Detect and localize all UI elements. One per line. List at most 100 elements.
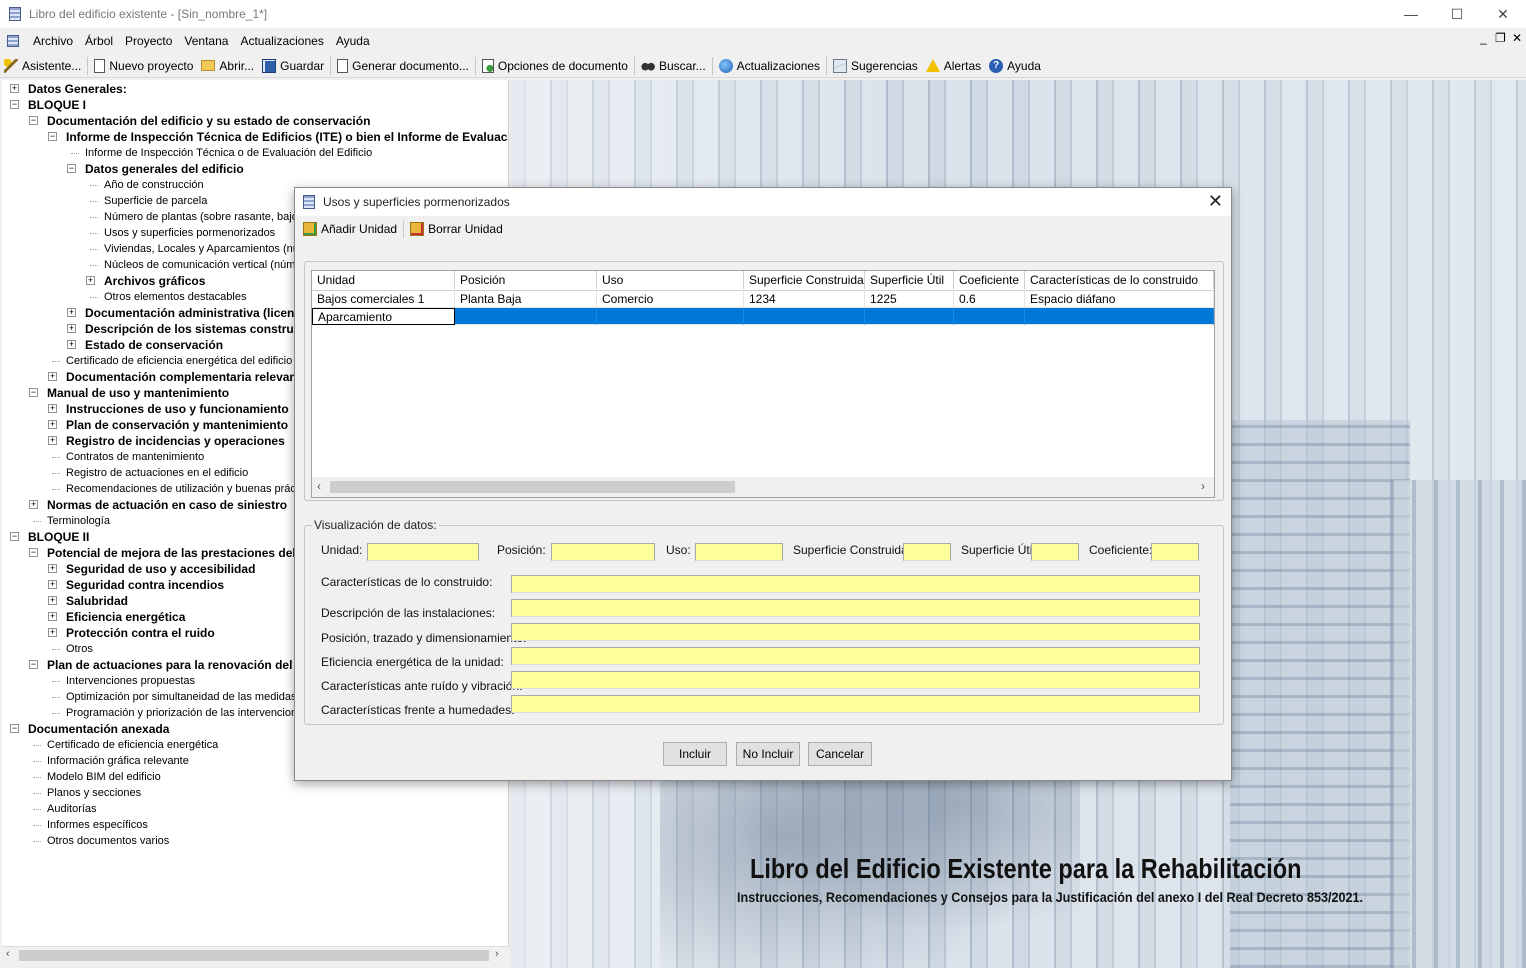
mdi-minimize-button[interactable]: _	[1480, 31, 1487, 45]
actualizaciones-button[interactable]: Actualizaciones	[715, 58, 824, 73]
humedades-field[interactable]	[511, 695, 1200, 713]
cell-superficie-util[interactable]: 1225	[865, 291, 954, 308]
menu-archivo[interactable]: Archivo	[27, 34, 79, 48]
expand-icon[interactable]: +	[48, 580, 57, 589]
ruido-field[interactable]	[511, 671, 1200, 689]
column-header-unidad[interactable]: Unidad	[312, 271, 455, 289]
tree-item[interactable]: Plan de conservación y mantenimiento	[66, 417, 288, 433]
cell-superficie-util[interactable]	[865, 308, 954, 325]
table-row-selected[interactable]: Aparcamiento	[312, 308, 1214, 325]
tree-item[interactable]: Otros elementos destacables	[104, 289, 246, 305]
opciones-documento-button[interactable]: Opciones de documento	[478, 58, 632, 73]
mdi-close-button[interactable]: ✕	[1512, 31, 1522, 45]
menu-proyecto[interactable]: Proyecto	[119, 34, 178, 48]
column-header-superficie-util[interactable]: Superficie Útil	[865, 271, 954, 289]
tree-item[interactable]: Otros	[66, 641, 93, 657]
maximize-button[interactable]: ☐	[1434, 0, 1480, 28]
alertas-button[interactable]: Alertas	[922, 59, 985, 73]
cell-coeficiente[interactable]: 0.6	[954, 291, 1025, 308]
tree-item[interactable]: Documentación complementaria relevante	[66, 369, 307, 385]
collapse-icon[interactable]: −	[29, 116, 38, 125]
tree-item[interactable]: Registro de incidencias y operaciones	[66, 433, 285, 449]
cell-superficie-construida[interactable]: 1234	[744, 291, 865, 308]
delete-unit-button[interactable]: Borrar Unidad	[406, 222, 507, 236]
table-row[interactable]: Bajos comerciales 1 Planta Baja Comercio…	[312, 291, 1214, 308]
generar-documento-button[interactable]: Generar documento...	[333, 58, 473, 73]
collapse-icon[interactable]: −	[10, 100, 19, 109]
cell-uso[interactable]: Comercio	[597, 291, 744, 308]
buscar-button[interactable]: Buscar...	[637, 58, 710, 73]
tree-item[interactable]: Contratos de mantenimiento	[66, 449, 204, 465]
trazado-field[interactable]	[511, 623, 1200, 641]
tree-item[interactable]: Intervenciones propuestas	[66, 673, 195, 689]
tree-item[interactable]: Seguridad de uso y accesibilidad	[66, 561, 255, 577]
tree-item[interactable]: Estado de conservación	[85, 337, 223, 353]
expand-icon[interactable]: +	[86, 276, 95, 285]
cell-unidad-editing[interactable]: Aparcamiento	[312, 308, 455, 325]
uso-field[interactable]	[695, 543, 783, 561]
menu-ventana[interactable]: Ventana	[178, 34, 234, 48]
add-unit-button[interactable]: Añadir Unidad	[299, 222, 401, 236]
collapse-icon[interactable]: −	[10, 532, 19, 541]
collapse-icon[interactable]: −	[48, 132, 57, 141]
nuevo-proyecto-button[interactable]: Nuevo proyecto	[90, 58, 197, 73]
expand-icon[interactable]: +	[67, 324, 76, 333]
menu-arbol[interactable]: Árbol	[79, 34, 119, 48]
tree-item[interactable]: Informes específicos	[47, 817, 148, 833]
unidad-field[interactable]	[367, 543, 479, 561]
scroll-right-arrow-icon[interactable]: ›	[1201, 479, 1205, 493]
tree-item[interactable]: Modelo BIM del edificio	[47, 769, 161, 785]
tree-item[interactable]: Eficiencia energética	[66, 609, 185, 625]
sugerencias-button[interactable]: Sugerencias	[829, 58, 922, 73]
tree-item[interactable]: Documentación anexada	[28, 721, 169, 737]
cell-uso[interactable]	[597, 308, 744, 325]
scroll-left-arrow-icon[interactable]: ‹	[317, 479, 321, 493]
tree-item[interactable]: Auditorías	[47, 801, 97, 817]
column-header-uso[interactable]: Uso	[597, 271, 744, 289]
expand-icon[interactable]: +	[67, 308, 76, 317]
caracteristicas-field[interactable]	[511, 575, 1200, 593]
tree-item[interactable]: Datos generales del edificio	[85, 161, 244, 177]
cell-unidad[interactable]: Bajos comerciales 1	[312, 291, 455, 308]
incluir-button[interactable]: Incluir	[663, 742, 727, 766]
expand-icon[interactable]: +	[67, 340, 76, 349]
tree-item[interactable]: Descripción de los sistemas constructivo…	[85, 321, 328, 337]
tree-item[interactable]: Año de construcción	[104, 177, 204, 193]
guardar-button[interactable]: Guardar	[258, 58, 328, 73]
grid-scroll-thumb[interactable]	[330, 481, 735, 493]
minimize-button[interactable]: —	[1388, 0, 1434, 28]
mdi-restore-button[interactable]: ❐	[1495, 31, 1506, 45]
tree-item[interactable]: Informe de Inspección Técnica de Edifici…	[66, 129, 508, 145]
tree-item[interactable]: Informe de Inspección Técnica o de Evalu…	[85, 145, 372, 161]
tree-item[interactable]: Instrucciones de uso y funcionamiento	[66, 401, 289, 417]
column-header-posicion[interactable]: Posición	[455, 271, 597, 289]
expand-icon[interactable]: +	[48, 420, 57, 429]
tree-item[interactable]: Recomendaciones de utilización y buenas …	[66, 481, 319, 497]
tree-item[interactable]: Normas de actuación en caso de siniestro	[47, 497, 287, 513]
tree-item[interactable]: Superficie de parcela	[104, 193, 207, 209]
close-button[interactable]: ✕	[1480, 0, 1526, 28]
tree-scroll-thumb[interactable]	[19, 950, 489, 961]
tree-item[interactable]: Otros documentos varios	[47, 833, 169, 849]
mdi-child-icon[interactable]	[7, 35, 19, 47]
tree-item[interactable]: Registro de actuaciones en el edificio	[66, 465, 248, 481]
collapse-icon[interactable]: −	[29, 660, 38, 669]
eficiencia-field[interactable]	[511, 647, 1200, 665]
tree-item[interactable]: Usos y superficies pormenorizados	[104, 225, 275, 241]
column-header-caracteristicas[interactable]: Características de lo construido	[1025, 271, 1214, 289]
dialog-close-icon[interactable]: ✕	[1208, 191, 1223, 212]
expand-icon[interactable]: +	[48, 436, 57, 445]
tree-horizontal-scrollbar[interactable]: ‹ ›	[2, 946, 509, 964]
coeficiente-field[interactable]	[1151, 543, 1199, 561]
superficie-construida-field[interactable]	[903, 543, 951, 561]
cell-posicion[interactable]: Planta Baja	[455, 291, 597, 308]
asistente-button[interactable]: Asistente...	[0, 58, 85, 73]
tree-item[interactable]: Planos y secciones	[47, 785, 141, 801]
tree-item[interactable]: Programación y priorización de las inter…	[66, 705, 309, 721]
tree-item[interactable]: Archivos gráficos	[104, 273, 205, 289]
collapse-icon[interactable]: −	[67, 164, 76, 173]
tree-item[interactable]: BLOQUE I	[28, 97, 86, 113]
collapse-icon[interactable]: −	[29, 548, 38, 557]
expand-icon[interactable]: +	[48, 628, 57, 637]
tree-item[interactable]: Datos Generales:	[28, 81, 127, 97]
